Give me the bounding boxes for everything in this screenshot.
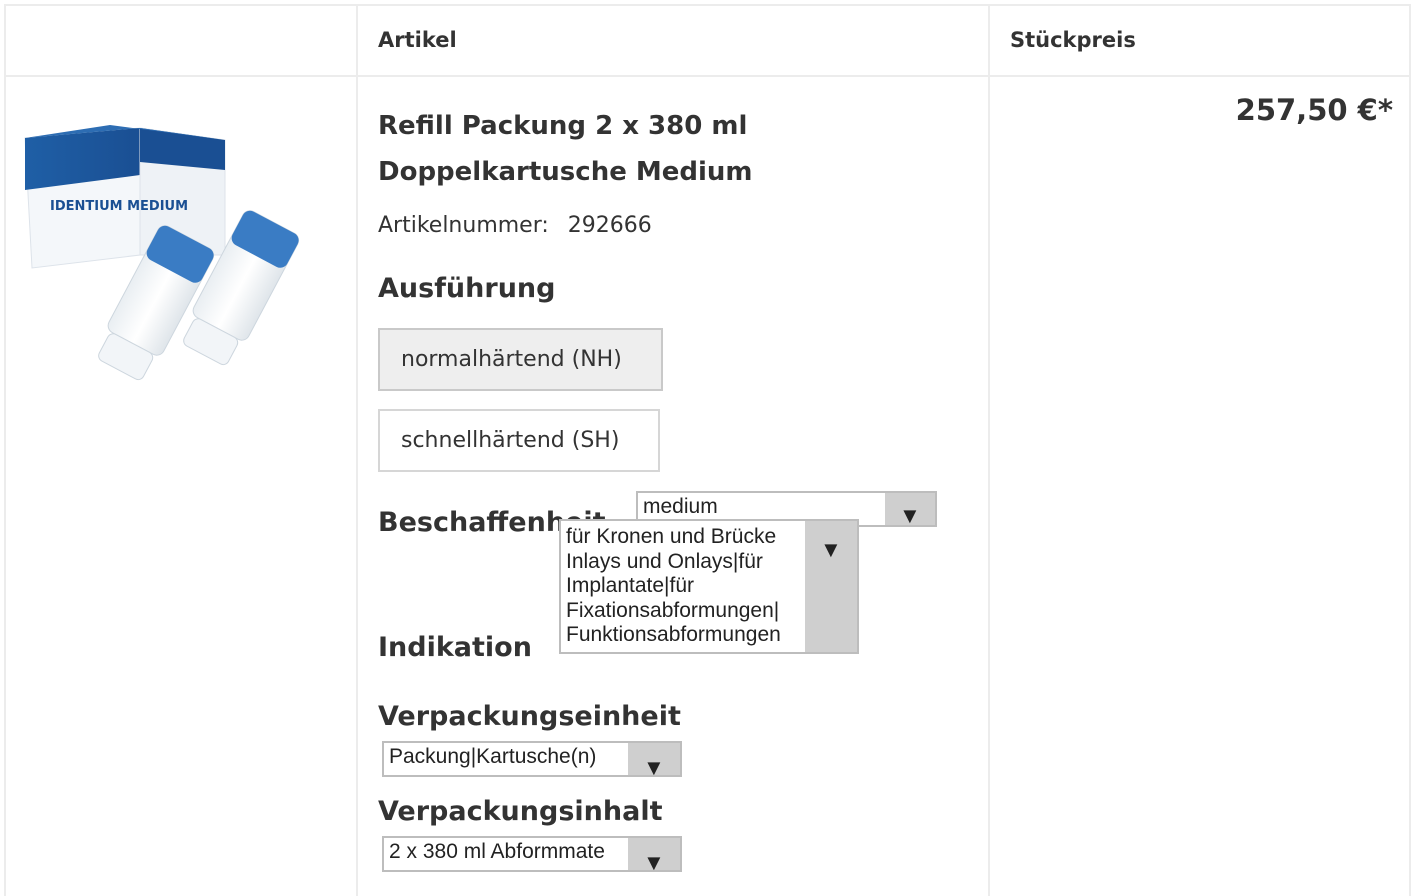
chevron-down-icon: ▼ (899, 503, 921, 527)
indikation-selected-value: für Kronen und Brücke Inlays und Onlays|… (566, 525, 806, 648)
verpackungsinhalt-select[interactable]: 2 x 380 ml Abformmate ▼ (382, 836, 682, 872)
column-divider-2 (988, 4, 990, 896)
product-image-graphic: IDENTIUM MEDIUM (24, 125, 300, 381)
option-schnellhaertend-button[interactable]: schnellhärtend (SH) (378, 409, 660, 472)
verpackungsinhalt-arrow-box[interactable]: ▼ (628, 838, 680, 870)
product-title-line2[interactable]: Doppelkartusche Medium (378, 149, 753, 195)
chevron-down-icon: ▼ (643, 850, 665, 872)
unit-price: 257,50 €* (1235, 93, 1393, 127)
header-article: Artikel (378, 28, 457, 52)
verpackungsinhalt-label: Verpackungsinhalt (378, 796, 663, 827)
indikation-line: Inlays und Onlays|für (566, 549, 763, 573)
table-top-border (5, 4, 1411, 6)
product-image[interactable]: IDENTIUM MEDIUM (20, 110, 345, 390)
indikation-line: Implantate|für (566, 574, 695, 597)
option-normalhaertend-label: normalhärtend (NH) (401, 347, 622, 372)
header-row-divider (5, 75, 1411, 77)
indikation-line: Funktionsabformungen (566, 623, 781, 646)
article-number-row: Artikelnummer: 292666 (378, 213, 652, 238)
indikation-line: Fixationsabformungen| (566, 598, 780, 622)
verpackungseinheit-arrow-box[interactable]: ▼ (628, 743, 680, 775)
column-divider-left (4, 4, 6, 896)
indikation-label: Indikation (378, 632, 532, 663)
option-schnellhaertend-label: schnellhärtend (SH) (401, 428, 620, 453)
beschaffenheit-selected-value: medium (643, 495, 718, 518)
verpackungseinheit-select[interactable]: Packung|Kartusche(n) ▼ (382, 741, 682, 777)
beschaffenheit-arrow-box[interactable]: ▼ (885, 493, 935, 525)
indikation-arrow-box[interactable]: ▼ (805, 521, 857, 652)
ausfuehrung-label: Ausführung (378, 273, 556, 304)
header-unit-price: Stückpreis (1010, 28, 1136, 52)
column-divider-right (1409, 4, 1411, 896)
article-number-value: 292666 (567, 213, 652, 238)
verpackungseinheit-label: Verpackungseinheit (378, 701, 681, 732)
indikation-select[interactable]: für Kronen und Brücke Inlays und Onlays|… (559, 519, 859, 654)
product-title-line1[interactable]: Refill Packung 2 x 380 ml (378, 103, 747, 149)
verpackungseinheit-selected-value: Packung|Kartusche(n) (389, 745, 597, 768)
article-number-label: Artikelnummer: (378, 213, 549, 238)
option-normalhaertend-button[interactable]: normalhärtend (NH) (378, 328, 663, 391)
verpackungsinhalt-selected-value: 2 x 380 ml Abformmate (389, 840, 605, 863)
chevron-down-icon: ▼ (820, 537, 842, 562)
indikation-line: für Kronen und Brücke (566, 525, 777, 548)
box-brand-text: IDENTIUM MEDIUM (50, 199, 188, 214)
chevron-down-icon: ▼ (643, 755, 665, 777)
column-divider-1 (356, 4, 358, 896)
